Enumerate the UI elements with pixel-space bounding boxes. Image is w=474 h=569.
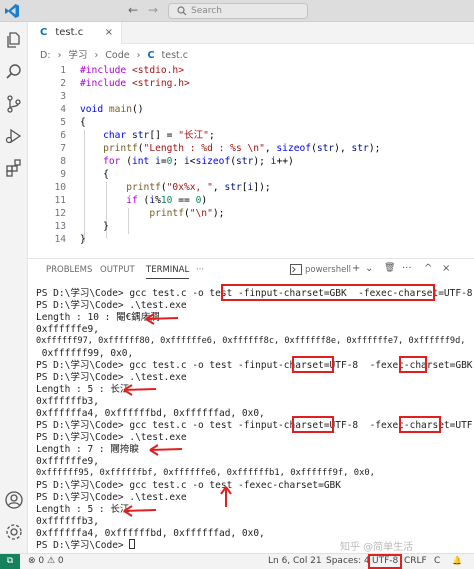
code-line: { xyxy=(80,169,109,180)
code-line: void main() xyxy=(80,104,144,115)
line-number: 1 xyxy=(60,65,66,76)
terminal-output[interactable]: PS D:\学习\Code> gcc test.c -o test -finpu… xyxy=(36,284,474,553)
settings-gear-icon[interactable] xyxy=(4,522,24,542)
arrow-left-icon xyxy=(145,313,179,325)
nav-back-button[interactable]: ← xyxy=(128,3,138,17)
chevron-down-icon[interactable]: ⌄ xyxy=(365,263,373,274)
run-debug-icon[interactable] xyxy=(4,126,24,146)
highlight-box xyxy=(292,356,334,373)
notifications-bell-icon[interactable]: 🔔 xyxy=(452,556,462,565)
code-line: printf("\n"); xyxy=(149,208,225,219)
cursor-position[interactable]: Ln 6, Col 21 xyxy=(268,556,322,566)
breadcrumb-item[interactable]: test.c xyxy=(162,50,189,61)
trash-icon[interactable]: 🗑 xyxy=(384,263,395,273)
status-bar: ⧉ ⊗ 0 ⚠ 0 Ln 6, Col 21 Spaces: 4 UTF-8 C… xyxy=(0,553,474,569)
activity-bar xyxy=(0,22,28,553)
breadcrumb-item[interactable]: Code xyxy=(105,50,129,61)
breadcrumb-item[interactable]: D: xyxy=(40,50,51,61)
line-number: 6 xyxy=(60,130,66,141)
code-line: for (int i=0; i<sizeof(str); i++) xyxy=(103,156,294,167)
editor-tab-bar: Ctest.c × xyxy=(28,22,474,44)
search-icon[interactable] xyxy=(4,62,24,82)
code-line: } xyxy=(80,234,86,245)
code-line: printf("0x%x, ", str[i]); xyxy=(126,182,271,193)
title-bar: ← → Search xyxy=(0,0,474,22)
line-number: 7 xyxy=(60,143,66,154)
command-center-search[interactable]: Search xyxy=(168,3,308,19)
highlight-box xyxy=(399,416,441,433)
code-line: } xyxy=(80,221,109,232)
arrow-left-icon xyxy=(123,505,157,517)
chevron-right-icon: › xyxy=(57,50,62,61)
arrow-left-icon xyxy=(123,384,157,396)
line-number: 13 xyxy=(54,221,66,232)
extensions-icon[interactable] xyxy=(4,158,24,178)
problems-status[interactable]: ⊗ 0 ⚠ 0 xyxy=(28,556,64,566)
highlight-box xyxy=(221,284,435,301)
highlight-box xyxy=(292,416,334,433)
line-number: 9 xyxy=(60,169,66,180)
tab-terminal[interactable]: TERMINAL xyxy=(146,265,190,279)
arrow-up-icon xyxy=(220,486,232,507)
source-control-icon[interactable] xyxy=(4,94,24,114)
indentation-status[interactable]: Spaces: 4 xyxy=(326,556,370,566)
search-placeholder: Search xyxy=(191,6,222,16)
line-number: 10 xyxy=(54,182,66,193)
watermark: 知乎 @简单生活 xyxy=(340,542,414,553)
code-line: printf("Length : %d : %s \n", sizeof(str… xyxy=(103,143,381,154)
code-line: #include <string.h> xyxy=(80,78,190,89)
tab-test-c[interactable]: Ctest.c × xyxy=(28,22,122,44)
code-editor[interactable]: 1 #include <stdio.h> 2 #include <string.h>… xyxy=(28,64,474,252)
line-number: 8 xyxy=(60,156,66,167)
code-line: #include <stdio.h> xyxy=(80,65,184,76)
account-icon[interactable] xyxy=(4,490,24,510)
tab-problems[interactable]: PROBLEMS xyxy=(46,265,92,275)
line-number: 2 xyxy=(60,78,66,89)
chevron-right-icon: › xyxy=(136,50,141,61)
line-number: 12 xyxy=(54,208,66,219)
add-terminal-icon[interactable]: + xyxy=(352,263,360,274)
chevron-right-icon: › xyxy=(94,50,99,61)
vscode-logo-icon xyxy=(5,4,19,18)
line-number: 4 xyxy=(60,104,66,115)
panel-tab-bar: PROBLEMS OUTPUT TERMINAL ··· powershell … xyxy=(28,259,474,281)
line-number: 3 xyxy=(60,91,66,102)
breadcrumb: D: › 学习 › Code › C test.c xyxy=(40,47,192,61)
bottom-panel: PROBLEMS OUTPUT TERMINAL ··· powershell … xyxy=(28,258,474,553)
tab-label: test.c xyxy=(55,27,84,38)
eol-status[interactable]: CRLF xyxy=(404,556,427,566)
arrow-left-icon xyxy=(149,444,183,456)
explorer-icon[interactable] xyxy=(4,30,24,50)
shell-name[interactable]: powershell xyxy=(305,265,351,275)
close-icon[interactable]: × xyxy=(105,22,113,44)
terminal-icon xyxy=(290,264,302,275)
code-line: char str[] = "长江"; xyxy=(103,130,215,141)
c-file-icon: C xyxy=(40,27,48,38)
breadcrumb-item[interactable]: 学习 xyxy=(68,50,87,61)
nav-forward-button[interactable]: → xyxy=(148,3,158,17)
remote-indicator-icon[interactable]: ⧉ xyxy=(0,554,20,569)
encoding-status[interactable]: UTF-8 xyxy=(368,554,403,569)
search-icon xyxy=(177,6,187,16)
maximize-panel-icon[interactable]: ^ xyxy=(424,263,432,274)
highlight-box xyxy=(399,356,427,373)
line-number: 14 xyxy=(54,234,66,245)
code-line: if (i%10 == 0) xyxy=(126,195,208,206)
terminal-prompt: PS D:\学习\Code> xyxy=(36,539,136,552)
language-mode[interactable]: C xyxy=(434,556,440,566)
more-actions-icon[interactable]: ··· xyxy=(402,263,412,274)
code-line: { xyxy=(80,117,86,128)
panel-more-icon[interactable]: ··· xyxy=(196,265,204,275)
close-panel-icon[interactable]: × xyxy=(442,263,450,274)
line-number: 11 xyxy=(54,195,66,206)
line-number: 5 xyxy=(60,117,66,128)
tab-output[interactable]: OUTPUT xyxy=(100,265,135,275)
c-file-icon: C xyxy=(147,50,155,61)
